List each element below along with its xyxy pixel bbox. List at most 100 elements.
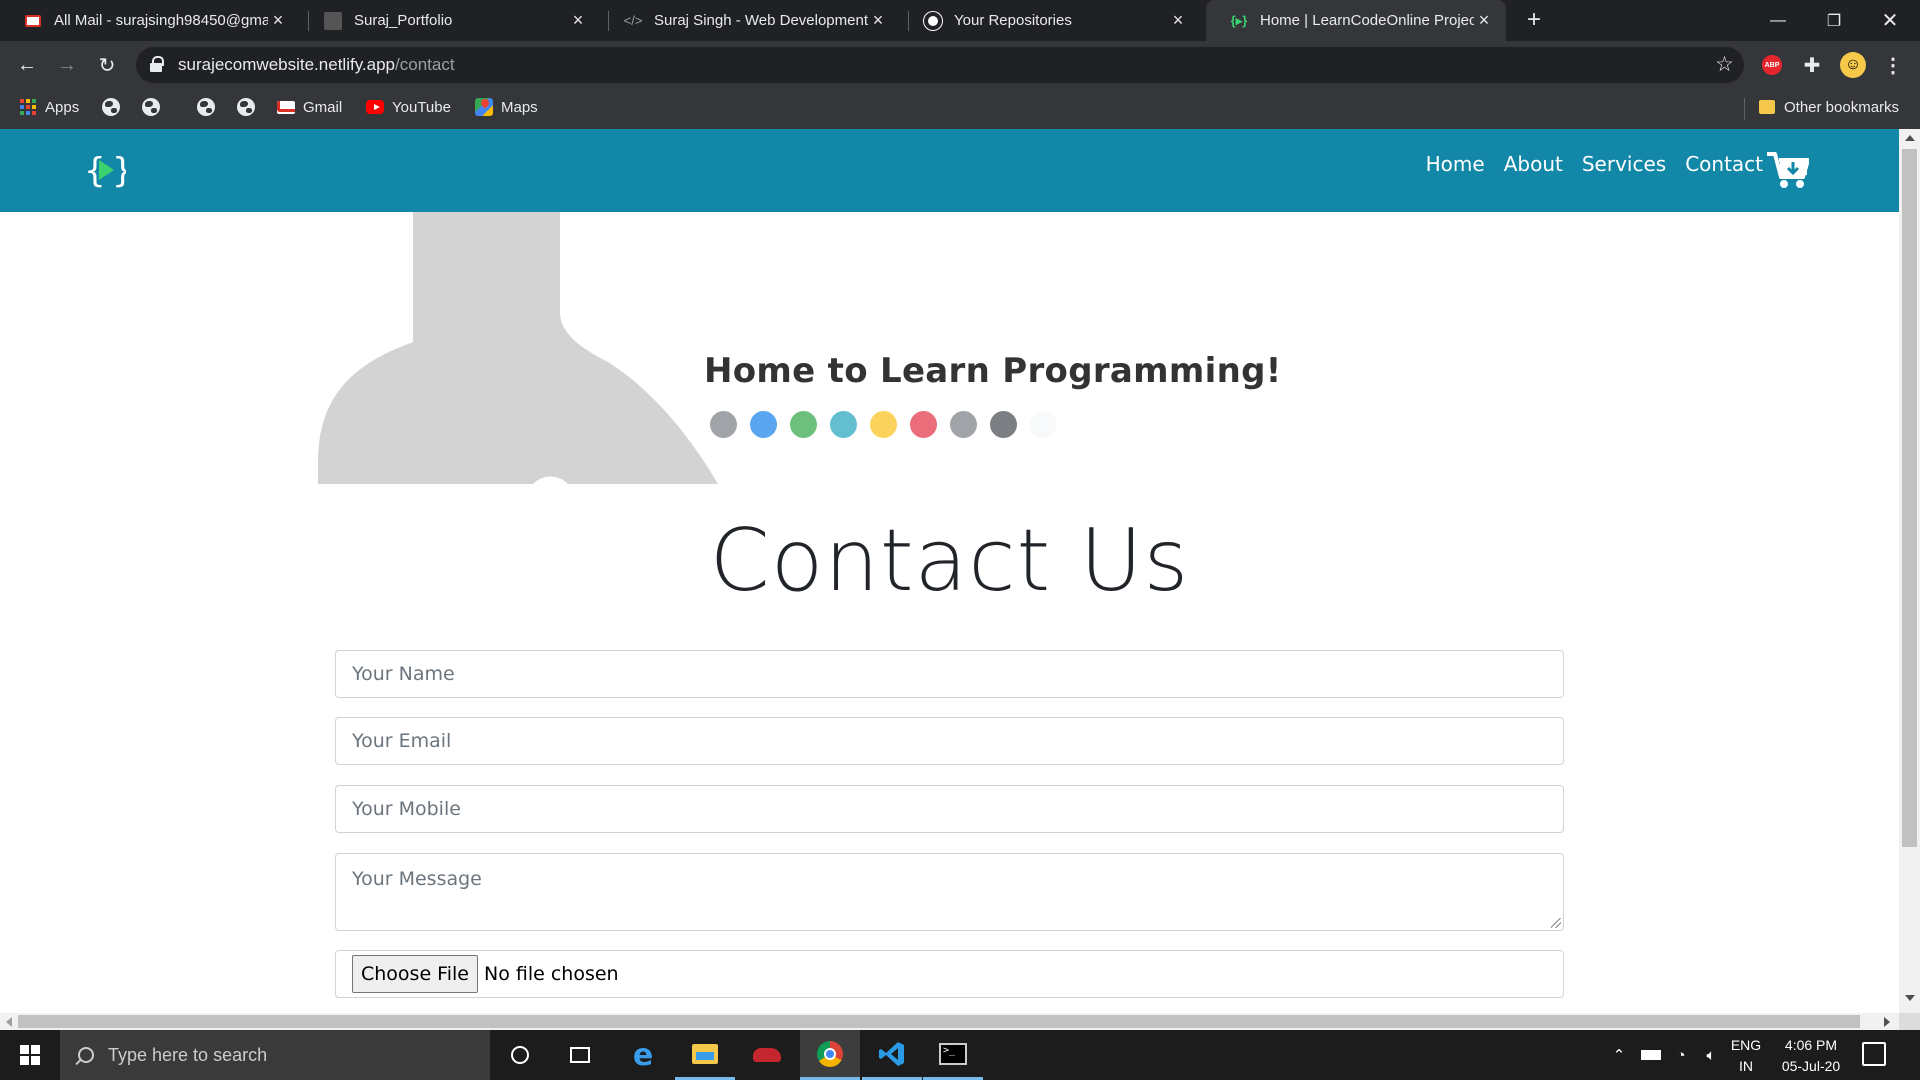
extensions-button[interactable]: ✚ xyxy=(1797,50,1827,80)
other-bookmarks[interactable]: Other bookmarks xyxy=(1758,98,1899,116)
gmail-icon xyxy=(277,98,295,116)
bookmark-globe-3[interactable] xyxy=(197,98,223,116)
horizontal-scroll-thumb[interactable] xyxy=(18,1015,1860,1028)
task-view-button[interactable] xyxy=(550,1030,610,1080)
color-dot xyxy=(750,411,777,438)
clock[interactable]: 4:06 PM 05-Jul-20 xyxy=(1768,1035,1854,1077)
bookmark-globe-2[interactable] xyxy=(142,98,168,116)
vertical-scroll-thumb[interactable] xyxy=(1902,149,1917,847)
chrome-icon xyxy=(817,1040,843,1067)
tab-learncodeonline[interactable]: {▸} Home | LearnCodeOnline Project × xyxy=(1206,0,1506,41)
edge-icon: e xyxy=(632,1037,654,1073)
volume-icon[interactable]: 🔈︎ xyxy=(1696,1030,1726,1080)
search-icon xyxy=(78,1047,94,1063)
back-button[interactable]: ← xyxy=(11,49,43,81)
battery-icon[interactable] xyxy=(1636,1030,1666,1080)
name-field[interactable]: Your Name xyxy=(335,650,1564,698)
scroll-down-arrow-icon[interactable] xyxy=(1905,995,1915,1001)
show-hidden-icons-button[interactable]: ⌃ xyxy=(1604,1030,1634,1080)
email-field[interactable]: Your Email xyxy=(335,717,1564,765)
name-placeholder: Your Name xyxy=(352,663,455,685)
bookmark-apps[interactable]: Apps xyxy=(19,98,79,116)
start-button[interactable] xyxy=(0,1030,60,1080)
site-nav-links: Home About Services Contact xyxy=(1407,152,1763,176)
bookmark-globe-1[interactable] xyxy=(102,98,128,116)
bookmarks-separator xyxy=(1744,98,1745,120)
mobile-field[interactable]: Your Mobile xyxy=(335,785,1564,833)
site-navbar: { } Home About Services Contact xyxy=(0,129,1899,212)
message-textarea[interactable]: Your Message xyxy=(335,853,1564,931)
profile-button[interactable]: ☺ xyxy=(1838,50,1868,80)
close-window-button[interactable]: ✕ xyxy=(1862,0,1918,41)
nav-contact[interactable]: Contact xyxy=(1685,152,1763,176)
color-dots xyxy=(710,411,1070,438)
bookmark-globe-4[interactable] xyxy=(237,98,263,116)
close-icon[interactable]: × xyxy=(1168,10,1188,31)
cortana-icon xyxy=(511,1046,529,1064)
wifi-icon[interactable]: ◔ xyxy=(1666,1030,1696,1080)
bookmark-maps[interactable]: Maps xyxy=(475,98,538,116)
tab-portfolio[interactable]: Suraj_Portfolio × xyxy=(300,0,600,41)
chrome-menu-button[interactable]: ⋮ xyxy=(1878,50,1908,80)
clock-time: 4:06 PM xyxy=(1784,1037,1838,1053)
folder-icon xyxy=(1758,98,1776,116)
mobile-placeholder: Your Mobile xyxy=(352,798,461,820)
tab-repositories[interactable]: Your Repositories × xyxy=(900,0,1200,41)
bookmark-youtube[interactable]: YouTube xyxy=(366,98,451,116)
taskbar-edge[interactable]: e xyxy=(613,1030,673,1080)
minimize-button[interactable]: — xyxy=(1750,0,1806,41)
taskbar-file-explorer[interactable] xyxy=(675,1030,735,1080)
close-icon[interactable]: × xyxy=(568,10,588,31)
reload-button[interactable]: ↻ xyxy=(91,49,123,81)
language-code: ENG xyxy=(1730,1037,1762,1053)
scroll-up-arrow-icon[interactable] xyxy=(1905,135,1915,141)
file-upload-field: Choose File No file chosen xyxy=(335,950,1564,998)
notifications-icon[interactable] xyxy=(1862,1042,1886,1066)
scroll-left-arrow-icon[interactable] xyxy=(6,1017,12,1027)
close-icon[interactable]: × xyxy=(268,10,288,31)
scroll-right-arrow-icon[interactable] xyxy=(1884,1017,1890,1027)
bookmark-gmail[interactable]: Gmail xyxy=(277,98,342,116)
tab-gmail[interactable]: All Mail - surajsingh98450@gmail.com × xyxy=(0,0,300,41)
color-dot xyxy=(910,411,937,438)
site-logo[interactable]: { } xyxy=(84,149,126,191)
bookmark-star-icon[interactable]: ☆ xyxy=(1715,52,1734,77)
close-icon[interactable]: × xyxy=(868,10,888,31)
page-title: Contact Us xyxy=(709,511,1190,611)
scrollbar-corner xyxy=(1899,1013,1920,1030)
taskbar-search[interactable]: Type here to search xyxy=(60,1030,490,1080)
nav-services[interactable]: Services xyxy=(1582,152,1666,176)
file-explorer-icon xyxy=(692,1043,718,1064)
taskbar-chrome[interactable] xyxy=(800,1030,860,1080)
portrait-icon xyxy=(324,11,342,30)
taskbar-game[interactable] xyxy=(737,1030,797,1080)
language-indicator[interactable]: ENG IN xyxy=(1726,1035,1766,1077)
cart-icon[interactable] xyxy=(1767,151,1809,189)
globe-icon xyxy=(237,98,255,116)
bookmark-label: YouTube xyxy=(392,98,451,116)
new-tab-button[interactable]: + xyxy=(1520,6,1548,34)
vertical-scrollbar[interactable] xyxy=(1899,129,1920,1013)
taskbar-vscode[interactable] xyxy=(862,1030,922,1080)
lock-icon xyxy=(150,56,164,72)
close-icon[interactable]: × xyxy=(1474,10,1494,31)
horizontal-scrollbar[interactable] xyxy=(0,1013,1899,1030)
tab-web-development[interactable]: </> Suraj Singh - Web Development × xyxy=(600,0,900,41)
nav-home[interactable]: Home xyxy=(1426,152,1485,176)
nav-about[interactable]: About xyxy=(1504,152,1563,176)
address-bar[interactable]: surajecomwebsite.netlify.app/contact ☆ xyxy=(136,47,1744,83)
restore-button[interactable]: ❐ xyxy=(1806,0,1862,41)
forward-button[interactable]: → xyxy=(51,49,83,81)
globe-icon xyxy=(197,98,215,116)
cortana-button[interactable] xyxy=(490,1030,550,1080)
search-placeholder: Type here to search xyxy=(108,1044,268,1065)
more-vert-icon: ⋮ xyxy=(1883,54,1903,77)
taskbar-terminal[interactable]: >_ xyxy=(923,1030,983,1080)
color-dot xyxy=(710,411,737,438)
choose-file-button[interactable]: Choose File xyxy=(352,955,478,993)
adblock-extension[interactable]: ABP xyxy=(1757,50,1787,80)
globe-icon xyxy=(102,98,120,116)
hero-title: Home to Learn Programming! xyxy=(704,351,1282,391)
globe-icon xyxy=(142,98,160,116)
resize-handle-icon[interactable] xyxy=(1551,918,1561,928)
